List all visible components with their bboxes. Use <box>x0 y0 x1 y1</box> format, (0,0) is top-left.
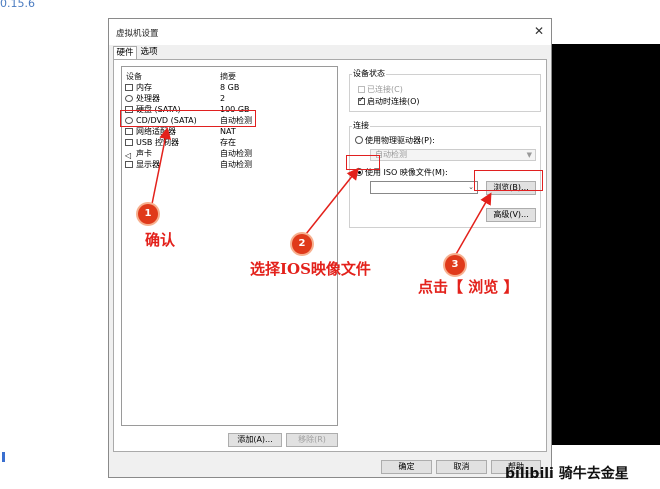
step-badge-1: 1 <box>138 204 158 224</box>
watermark: bilibili 骑牛去金星 <box>505 466 629 482</box>
arrow-2 <box>305 167 359 235</box>
step-text-2: 选择IOS映像文件 <box>250 260 371 278</box>
step-badge-3: 3 <box>445 255 465 275</box>
arrow-3 <box>454 192 492 257</box>
step-text-3: 点击【 浏览 】 <box>418 278 519 296</box>
arrow-1 <box>151 127 172 205</box>
step-text-1: 确认 <box>145 231 176 249</box>
step-badge-2: 2 <box>292 234 312 254</box>
annotation-arrows <box>151 127 492 257</box>
